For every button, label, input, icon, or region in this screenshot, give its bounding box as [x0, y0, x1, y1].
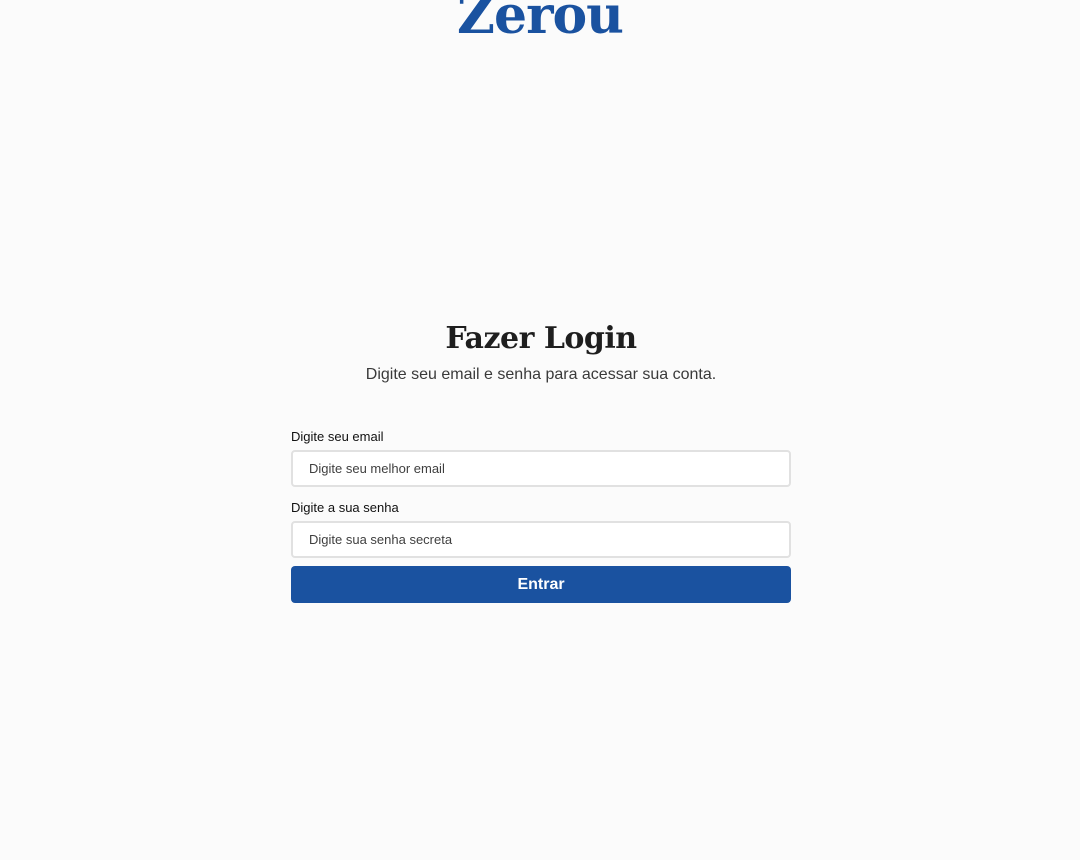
email-label: Digite seu email [291, 429, 384, 444]
login-panel: Fazer Login Digite seu email e senha par… [291, 318, 791, 603]
email-field-group: Digite seu email [291, 429, 791, 487]
page-subtitle: Digite seu email e senha para acessar su… [365, 366, 717, 383]
password-field[interactable] [291, 521, 791, 558]
email-field[interactable] [291, 450, 791, 487]
login-button[interactable]: Entrar [291, 566, 791, 603]
page-title: Fazer Login [445, 321, 637, 356]
password-label: Digite a sua senha [291, 500, 399, 515]
login-form: Digite seu email Digite a sua senha Entr… [291, 429, 791, 603]
brand-logo: Zerou [457, 0, 624, 46]
password-field-group: Digite a sua senha [291, 500, 791, 558]
